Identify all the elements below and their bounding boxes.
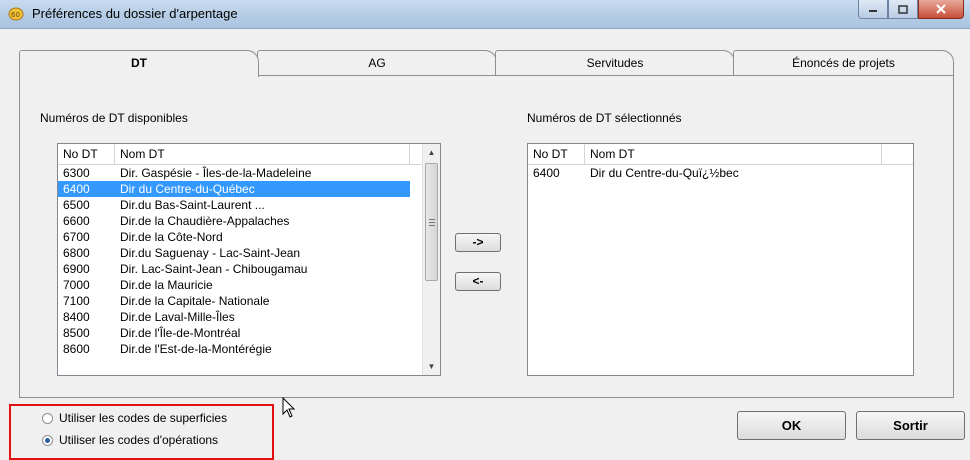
close-icon: [936, 4, 946, 14]
column-header-nom-dt[interactable]: Nom DT: [585, 144, 882, 164]
title-bar: 60 Préférences du dossier d'arpentage: [0, 0, 970, 29]
scroll-up-arrow-icon[interactable]: ▲: [423, 144, 440, 161]
vertical-scrollbar[interactable]: ▲ ▼: [422, 144, 440, 375]
table-row[interactable]: 6400 Dir du Centre-du-Québec: [58, 181, 410, 197]
cell-no-dt: 7000: [63, 278, 90, 292]
selected-heading: Numéros de DT sélectionnés: [527, 111, 682, 125]
cell-nom-dt: Dir.du Bas-Saint-Laurent ...: [120, 198, 265, 212]
table-row[interactable]: 6400 Dir du Centre-du-Quï¿½bec: [528, 165, 882, 181]
minimize-button[interactable]: [858, 0, 888, 19]
cell-nom-dt: Dir.du Saguenay - Lac-Saint-Jean: [120, 246, 301, 260]
cell-nom-dt: Dir. Lac-Saint-Jean - Chibougamau: [120, 262, 308, 276]
table-row[interactable]: 7100 Dir.de la Capitale- Nationale: [58, 293, 410, 309]
cell-nom-dt: Dir.de la Chaudière-Appalaches: [120, 214, 290, 228]
table-row[interactable]: 6300 Dir. Gaspésie - Îles-de-la-Madeleine: [58, 165, 410, 181]
table-row[interactable]: 6800 Dir.du Saguenay - Lac-Saint-Jean: [58, 245, 410, 261]
cell-no-dt: 6600: [63, 214, 90, 228]
tab-label: Servitudes: [586, 56, 644, 70]
maximize-icon: [898, 4, 908, 14]
table-row[interactable]: 8500 Dir.de l'Île-de-Montréal: [58, 325, 410, 341]
cell-no-dt: 8400: [63, 310, 90, 324]
cell-no-dt: 6400: [63, 182, 90, 196]
table-row[interactable]: 6600 Dir.de la Chaudière-Appalaches: [58, 213, 410, 229]
svg-text:60: 60: [11, 11, 20, 19]
cell-no-dt: 8600: [63, 342, 90, 356]
mouse-cursor-icon: [282, 397, 296, 418]
cell-no-dt: 6800: [63, 246, 90, 260]
available-heading: Numéros de DT disponibles: [40, 111, 188, 125]
cell-nom-dt: Dir. Gaspésie - Îles-de-la-Madeleine: [120, 166, 312, 180]
tab-label: DT: [131, 56, 147, 70]
remove-button[interactable]: <-: [455, 272, 501, 291]
cell-nom-dt: Dir.de la Côte-Nord: [120, 230, 223, 244]
cell-no-dt: 6700: [63, 230, 90, 244]
cell-no-dt: 6900: [63, 262, 90, 276]
table-row[interactable]: 6700 Dir.de la Côte-Nord: [58, 229, 410, 245]
list-header: No DT Nom DT: [528, 144, 913, 165]
cell-nom-dt: Dir.de l'Île-de-Montréal: [120, 326, 241, 340]
preferences-window: 60 Préférences du dossier d'arpentage DT…: [0, 0, 970, 460]
add-button[interactable]: ->: [455, 233, 501, 252]
sortir-button[interactable]: Sortir: [856, 411, 965, 440]
selected-dt-list[interactable]: No DT Nom DT 6400 Dir du Centre-du-Quï¿½b…: [527, 143, 914, 376]
table-row[interactable]: 8600 Dir.de l'Est-de-la-Montérégie: [58, 341, 410, 357]
list-header: No DT Nom DT: [58, 144, 423, 165]
minimize-icon: [869, 10, 877, 12]
maximize-button[interactable]: [888, 0, 918, 19]
column-header-no-dt[interactable]: No DT: [58, 144, 115, 164]
app-icon: 60: [8, 7, 24, 21]
cell-no-dt: 6500: [63, 198, 90, 212]
cell-nom-dt: Dir du Centre-du-Quï¿½bec: [590, 166, 739, 180]
available-dt-list[interactable]: No DT Nom DT 6300 Dir. Gaspésie - Îles-de…: [57, 143, 441, 376]
table-row[interactable]: 6900 Dir. Lac-Saint-Jean - Chibougamau: [58, 261, 410, 277]
tab-ag[interactable]: AG: [257, 50, 497, 76]
cell-no-dt: 7100: [63, 294, 90, 308]
highlight-box: [9, 404, 274, 460]
cell-nom-dt: Dir.de la Mauricie: [120, 278, 213, 292]
scroll-down-arrow-icon[interactable]: ▼: [423, 358, 440, 375]
cell-nom-dt: Dir du Centre-du-Québec: [120, 182, 255, 196]
tab-label: AG: [368, 56, 386, 70]
column-header-no-dt[interactable]: No DT: [528, 144, 585, 164]
tab-enonces-de-projets[interactable]: Énoncés de projets: [733, 50, 954, 76]
cell-no-dt: 6400: [533, 166, 560, 180]
tab-servitudes[interactable]: Servitudes: [495, 50, 735, 76]
scroll-thumb[interactable]: [425, 163, 438, 281]
window-title: Préférences du dossier d'arpentage: [32, 6, 238, 21]
close-button[interactable]: [918, 0, 964, 19]
table-row[interactable]: 8400 Dir.de Laval-Mille-Îles: [58, 309, 410, 325]
table-row[interactable]: 6500 Dir.du Bas-Saint-Laurent ...: [58, 197, 410, 213]
table-row[interactable]: 7000 Dir.de la Mauricie: [58, 277, 410, 293]
cell-no-dt: 6300: [63, 166, 90, 180]
cell-no-dt: 8500: [63, 326, 90, 340]
ok-button[interactable]: OK: [737, 411, 846, 440]
cell-nom-dt: Dir.de l'Est-de-la-Montérégie: [120, 342, 272, 356]
column-header-nom-dt[interactable]: Nom DT: [115, 144, 410, 164]
tab-label: Énoncés de projets: [792, 56, 895, 70]
cell-nom-dt: Dir.de Laval-Mille-Îles: [120, 310, 235, 324]
cell-nom-dt: Dir.de la Capitale- Nationale: [120, 294, 270, 308]
tab-dt[interactable]: DT: [19, 50, 259, 77]
